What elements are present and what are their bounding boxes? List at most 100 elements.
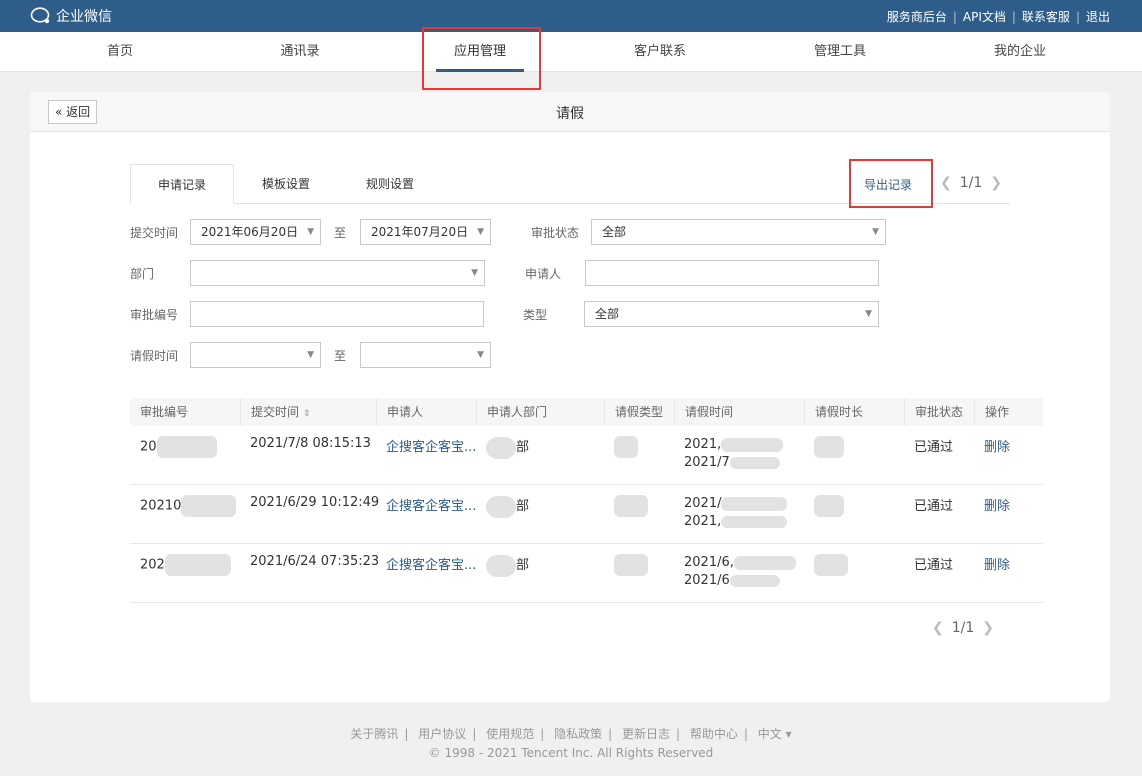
tab-records[interactable]: 申请记录 bbox=[130, 164, 234, 204]
applicant-label: 申请人 bbox=[525, 267, 562, 281]
delete-button[interactable]: 删除 bbox=[974, 554, 1010, 573]
top-link-logout[interactable]: 退出 bbox=[1086, 8, 1110, 25]
cell-leave-time: 2021/6, 2021/6 bbox=[674, 554, 796, 590]
tab-rules[interactable]: 规则设置 bbox=[338, 164, 442, 204]
type-label: 类型 bbox=[523, 308, 548, 322]
dropdown-arrow-icon: ▼ bbox=[865, 309, 872, 319]
card-header: « 返回 请假 bbox=[30, 92, 1110, 132]
dropdown-arrow-icon: ▼ bbox=[477, 227, 484, 237]
th-submitted[interactable]: 提交时间 ⇕ bbox=[240, 398, 376, 426]
cell-approval-no: 202 bbox=[130, 554, 231, 576]
redacted-block bbox=[614, 495, 648, 517]
submit-end-select[interactable]: 2021年07月20日 ▼ bbox=[360, 219, 491, 245]
footer-link-about[interactable]: 关于腾讯 bbox=[350, 727, 398, 741]
language-select[interactable]: 中文 ▾ bbox=[758, 727, 792, 741]
redacted-block bbox=[614, 436, 638, 458]
dropdown-arrow-icon: ▼ bbox=[477, 350, 484, 360]
cell-dept: 部 bbox=[476, 495, 529, 518]
status-label: 审批状态 bbox=[531, 226, 580, 240]
cell-approval-no: 20 bbox=[130, 436, 217, 458]
table-row: 20210 2021/6/29 10:12:49 企搜客企客宝... 部 202… bbox=[130, 485, 1043, 544]
table-row: 202 2021/6/24 07:35:23 企搜客企客宝... 部 2021/… bbox=[130, 544, 1043, 603]
th-dept: 申请人部门 bbox=[476, 398, 604, 426]
nav-tools[interactable]: 管理工具 bbox=[780, 32, 900, 72]
approval-no-label: 审批编号 bbox=[130, 308, 179, 322]
footer-links: 关于腾讯 | 用户协议 | 使用规范 | 隐私政策 | 更新日志 | 帮助中心 | 中文 ▾ bbox=[350, 727, 792, 741]
delete-button[interactable]: 删除 bbox=[974, 495, 1010, 514]
cell-dept: 部 bbox=[476, 554, 529, 577]
nav-contacts[interactable]: 通讯录 bbox=[240, 32, 360, 72]
redacted-block bbox=[156, 436, 217, 458]
top-link-support[interactable]: 联系客服 bbox=[1022, 8, 1070, 25]
content-card: « 返回 请假 申请记录 模板设置 规则设置 导出记录 ❮ 1/1 ❯ 提交时间… bbox=[30, 92, 1110, 702]
pager-bottom: ❮ 1/1 ❯ bbox=[924, 620, 1002, 636]
type-select[interactable]: 全部 ▼ bbox=[584, 301, 879, 327]
cell-status: 已通过 bbox=[914, 440, 954, 455]
status-select[interactable]: 全部 ▼ bbox=[591, 219, 886, 245]
table-row: 20 2021/7/8 08:15:13 企搜客企客宝... 部 2021, 2… bbox=[130, 426, 1043, 485]
delete-button[interactable]: 删除 bbox=[974, 436, 1010, 455]
redacted-block bbox=[729, 574, 780, 587]
th-approval-no: 审批编号 bbox=[140, 405, 189, 419]
sort-icon[interactable]: ⇕ bbox=[303, 409, 311, 419]
footer-link-changelog[interactable]: 更新日志 bbox=[622, 727, 670, 741]
cell-leave-type bbox=[604, 436, 638, 458]
nav-customer[interactable]: 客户联系 bbox=[600, 32, 720, 72]
redacted-block bbox=[164, 554, 231, 576]
footer-link-rules[interactable]: 使用规范 bbox=[486, 727, 534, 741]
page-indicator: 1/1 bbox=[959, 175, 983, 191]
top-link-api[interactable]: API文档 bbox=[963, 8, 1006, 25]
leave-end-select[interactable]: ▼ bbox=[360, 342, 491, 368]
leave-time-label: 请假时间 bbox=[130, 349, 179, 363]
footer-link-privacy[interactable]: 隐私政策 bbox=[554, 727, 602, 741]
cell-dept: 部 bbox=[476, 436, 529, 459]
cell-leave-type bbox=[604, 554, 648, 576]
redacted-block bbox=[733, 555, 796, 570]
footer-link-help[interactable]: 帮助中心 bbox=[690, 727, 738, 741]
footer-link-agreement[interactable]: 用户协议 bbox=[418, 727, 466, 741]
cell-applicant[interactable]: 企搜客企客宝... bbox=[376, 495, 476, 514]
app-logo[interactable]: 企业微信 bbox=[30, 6, 112, 26]
th-duration: 请假时长 bbox=[804, 398, 904, 426]
redacted-block bbox=[721, 437, 784, 452]
redacted-block bbox=[486, 436, 516, 459]
th-action: 操作 bbox=[974, 398, 1043, 426]
dept-select[interactable]: ▼ bbox=[190, 260, 485, 286]
highlight-box-nav bbox=[422, 27, 541, 90]
applicant-input[interactable] bbox=[585, 260, 879, 286]
chevron-right-icon[interactable]: ❯ bbox=[990, 175, 1002, 191]
dropdown-arrow-icon: ▼ bbox=[471, 268, 478, 278]
th-status: 审批状态 bbox=[904, 398, 974, 426]
cell-applicant[interactable]: 企搜客企客宝... bbox=[376, 436, 476, 455]
submit-start-select[interactable]: 2021年06月20日 ▼ bbox=[190, 219, 321, 245]
redacted-block bbox=[729, 456, 780, 469]
records-table: 审批编号 提交时间 ⇕ 申请人 申请人部门 请假类型 请假时间 请假时长 审批状… bbox=[130, 398, 1043, 603]
cell-applicant[interactable]: 企搜客企客宝... bbox=[376, 554, 476, 573]
top-link-partner[interactable]: 服务商后台 bbox=[887, 8, 947, 25]
cell-submitted: 2021/6/29 10:12:49 bbox=[250, 495, 380, 510]
dropdown-arrow-icon: ▼ bbox=[307, 350, 314, 360]
chevron-left-icon[interactable]: ❮ bbox=[940, 175, 952, 191]
redacted-block bbox=[181, 495, 237, 517]
approval-no-input[interactable] bbox=[190, 301, 484, 327]
cell-leave-time: 2021, 2021/7 bbox=[674, 436, 784, 472]
redacted-block bbox=[486, 495, 516, 518]
redacted-block bbox=[486, 554, 516, 577]
chevron-left-icon[interactable]: ❮ bbox=[932, 620, 944, 636]
dept-label: 部门 bbox=[130, 267, 155, 281]
th-leave-type: 请假类型 bbox=[604, 398, 674, 426]
nav-my-enterprise[interactable]: 我的企业 bbox=[960, 32, 1080, 72]
to-label: 至 bbox=[334, 226, 347, 240]
tab-template[interactable]: 模板设置 bbox=[234, 164, 338, 204]
dropdown-arrow-icon: ▼ bbox=[872, 227, 879, 237]
app-name: 企业微信 bbox=[56, 9, 112, 25]
leave-start-select[interactable]: ▼ bbox=[190, 342, 321, 368]
cell-duration bbox=[804, 554, 848, 576]
wecom-logo-icon bbox=[30, 7, 50, 24]
main-nav: 首页 通讯录 应用管理 客户联系 管理工具 我的企业 bbox=[0, 32, 1142, 72]
redacted-block bbox=[814, 554, 848, 576]
chevron-right-icon[interactable]: ❯ bbox=[982, 620, 994, 636]
top-bar: 企业微信 服务商后台 | API文档 | 联系客服 | 退出 bbox=[0, 0, 1142, 32]
nav-home[interactable]: 首页 bbox=[60, 32, 180, 72]
cell-submitted: 2021/7/8 08:15:13 bbox=[250, 436, 371, 451]
